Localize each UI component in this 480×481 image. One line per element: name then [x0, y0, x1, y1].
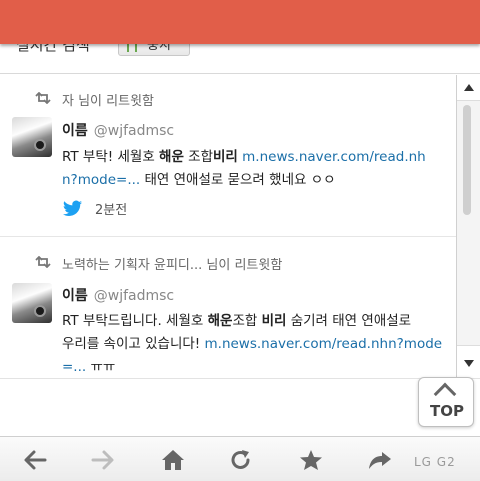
author-line[interactable]: 이름 @wjfadmsc: [62, 120, 174, 140]
tweet-text: 숨기려 태연 연애설로: [286, 313, 412, 329]
tweet-item[interactable]: 자 님이 리트윗함 이름 @wjfadmsc RT 부탁! 세월호 해운 조합비리…: [0, 75, 456, 237]
keyword-highlight: 비리: [261, 313, 287, 329]
handle: @wjfadmsc: [93, 123, 175, 139]
tweet-text-line: n?mode=... 태연 연애설로 묻으려 했네요 ㅇㅇ: [62, 169, 336, 192]
browser-nav-bar: [0, 436, 480, 481]
retweet-icon: [35, 92, 51, 104]
tweet-time: 2분전: [95, 203, 128, 218]
scroll-up-button[interactable]: [457, 75, 480, 101]
avatar-car-wheel: [34, 139, 46, 151]
home-icon: [162, 450, 184, 470]
back-button[interactable]: [5, 437, 65, 481]
scroll-down-button[interactable]: [457, 345, 480, 378]
scrollbar[interactable]: [456, 75, 480, 378]
tweet-text: RT 부탁드립니다. 세월호: [62, 313, 208, 329]
scroll-top-button[interactable]: TOP: [418, 377, 474, 427]
top-button-label: TOP: [430, 402, 464, 420]
handle: @wjfadmsc: [93, 288, 175, 304]
refresh-icon: [231, 450, 250, 469]
arrow-up-icon: [464, 84, 474, 91]
display-name: 이름: [62, 123, 88, 139]
share-icon: [369, 452, 391, 469]
tweet-text: RT 부탁! 세월호: [62, 149, 160, 165]
bookmark-button[interactable]: [281, 437, 341, 481]
twitter-bird-icon: [63, 200, 82, 216]
keyword-highlight: 해운: [207, 313, 233, 329]
retweet-icon: [35, 256, 51, 268]
keyword-highlight: 해운: [159, 149, 184, 165]
tweet-text: 우리를 속이고 있습니다!: [62, 336, 205, 352]
tweet-item[interactable]: 노력하는 기획자 윤피디... 님이 리트윗함 이름 @wjfadmsc RT 부…: [0, 237, 456, 378]
tweet-text-line: 우리를 속이고 있습니다! m.news.naver.com/read.nhn?…: [62, 333, 442, 356]
forward-icon: [91, 450, 114, 470]
tweet-text: 태연 연애설로 묻으려 했네요 ㅇㅇ: [140, 172, 336, 188]
tweet-text: 조합: [183, 149, 214, 165]
tweet-text-line: =... ㅠㅠ: [62, 356, 115, 378]
keyword-highlight: 비리: [213, 149, 238, 165]
back-icon: [24, 450, 47, 470]
share-button[interactable]: [350, 437, 410, 481]
tweet-text-line: RT 부탁! 세월호 해운 조합비리 m.news.naver.com/read…: [62, 146, 426, 169]
author-line[interactable]: 이름 @wjfadmsc: [62, 285, 174, 305]
tweet-text: ㅠㅠ: [86, 359, 116, 375]
news-link[interactable]: m.news.naver.com/read.nhn?mode: [205, 336, 443, 352]
retweet-label: 노력하는 기획자 윤피디... 님이 리트윗함: [62, 258, 283, 273]
avatar[interactable]: [12, 283, 52, 323]
news-link[interactable]: n?mode=...: [62, 172, 140, 188]
tweet-text: 조합: [232, 313, 262, 329]
blank-area: [0, 378, 480, 436]
avatar[interactable]: [12, 117, 52, 157]
arrow-down-icon: [464, 360, 474, 367]
display-name: 이름: [62, 288, 88, 304]
tweet-text-line: RT 부탁드립니다. 세월호 해운조합 비리 숨기려 태연 연애설로: [62, 310, 411, 333]
news-link[interactable]: =...: [62, 359, 86, 375]
refresh-button[interactable]: [211, 437, 271, 481]
retweet-label: 자 님이 리트윗함: [62, 94, 154, 109]
star-icon: [300, 450, 322, 470]
home-button[interactable]: [143, 437, 203, 481]
tweet-feed[interactable]: 자 님이 리트윗함 이름 @wjfadmsc RT 부탁! 세월호 해운 조합비리…: [0, 75, 456, 378]
scroll-thumb[interactable]: [463, 105, 471, 215]
avatar-car-wheel: [34, 305, 46, 317]
overlay-bar: [0, 0, 480, 44]
news-link[interactable]: m.news.naver.com/read.nh: [242, 149, 426, 165]
forward-button[interactable]: [73, 437, 133, 481]
device-watermark: LG G2: [414, 455, 456, 469]
